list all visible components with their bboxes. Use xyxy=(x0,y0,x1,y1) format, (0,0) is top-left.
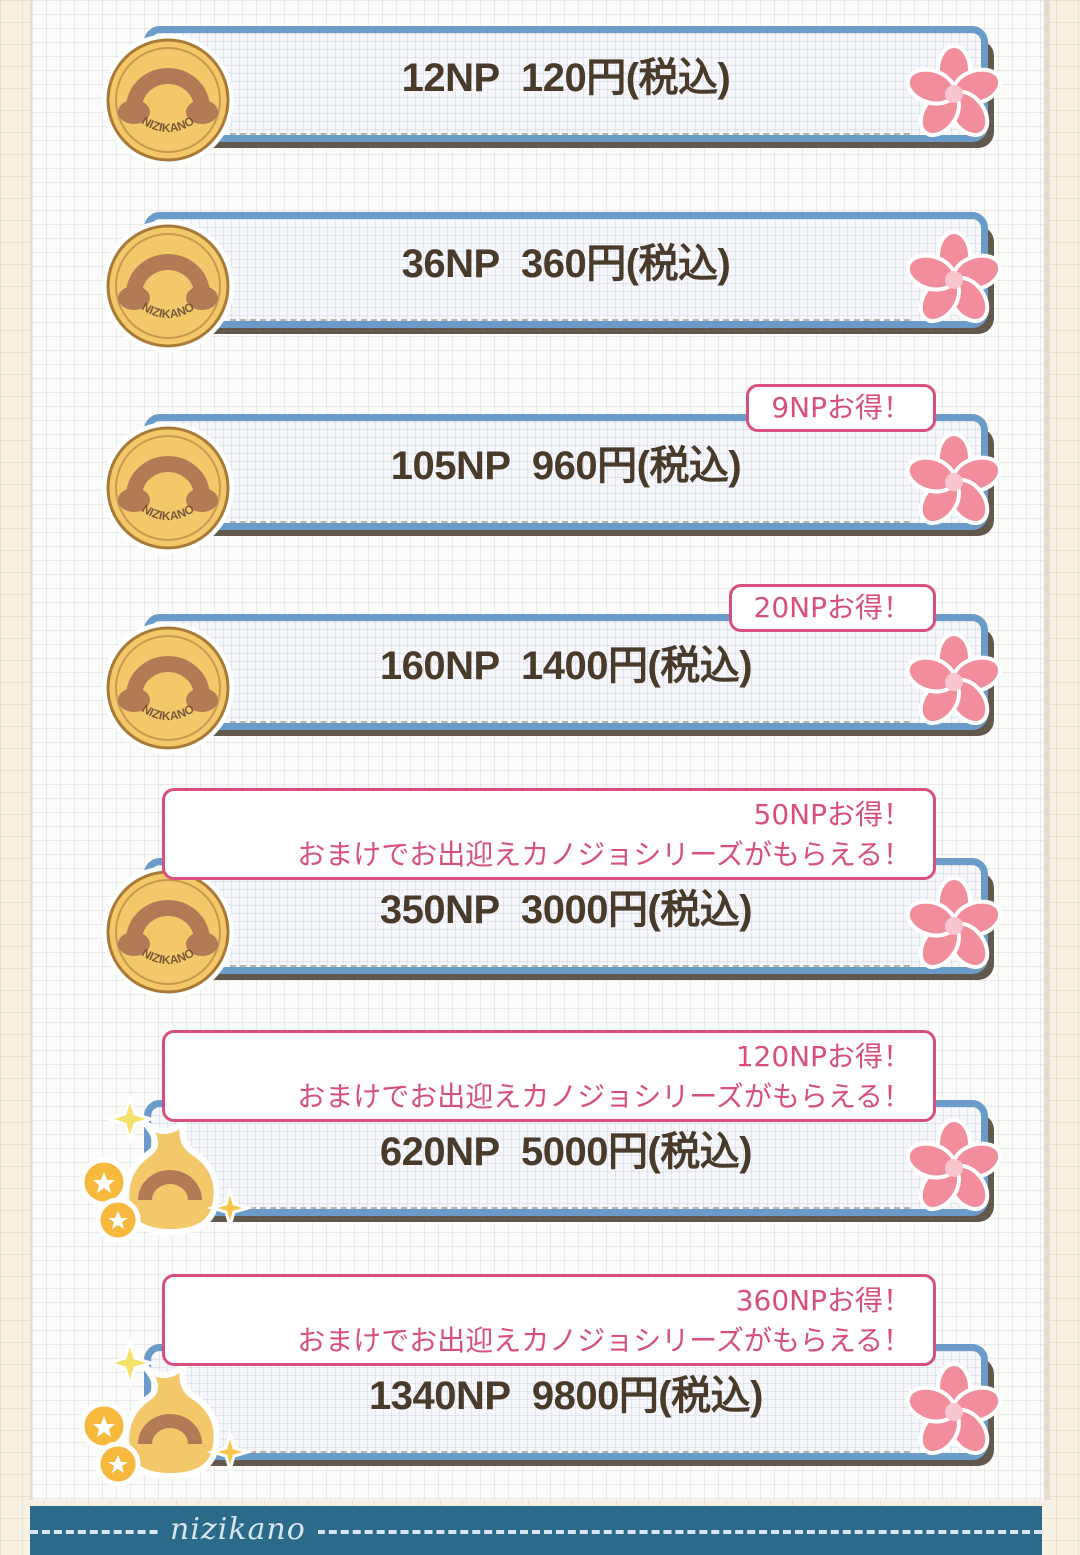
np-pack-item[interactable]: 36NP 360円(税込) NIZIKANO xyxy=(0,186,1080,352)
price: 5000円(税込) xyxy=(520,1130,753,1174)
np-amount: 350NP xyxy=(379,888,500,932)
price: 9800円(税込) xyxy=(531,1374,764,1418)
price: 360円(税込) xyxy=(520,242,731,286)
np-amount: 620NP xyxy=(379,1130,500,1174)
card-dashed-line xyxy=(230,319,910,321)
pack-label: 105NP 960円(税込) xyxy=(144,438,988,494)
bonus-np-text: 9NPお得！ xyxy=(771,391,911,424)
np-pack-item[interactable]: 160NP 1400円(税込) NIZIKANO 20NPお得！ xyxy=(0,584,1080,754)
label-spacer xyxy=(500,1130,521,1174)
footer-bar: nizikano xyxy=(30,1506,1042,1555)
label-spacer xyxy=(500,888,521,932)
bonus-badge: 360NPお得！ おまけでお出迎えカノジョシリーズがもらえる！ xyxy=(162,1274,936,1366)
label-spacer xyxy=(511,1374,532,1418)
pack-label: 160NP 1400円(税込) xyxy=(144,638,988,694)
bonus-np-text: 120NPお得！ xyxy=(735,1040,911,1073)
np-pack-item[interactable]: 620NP 5000円(税込) 120NPお得！ おまけでお出迎えカノジョシリーズが… xyxy=(0,1030,1080,1243)
card-dashed-line xyxy=(230,721,910,723)
label-spacer xyxy=(500,242,521,286)
card-dashed-line xyxy=(230,965,910,967)
label-spacer xyxy=(500,644,521,688)
np-pack-item[interactable]: 12NP 120円(税込) NIZIKANO xyxy=(0,0,1080,166)
np-pack-item[interactable]: 105NP 960円(税込) NIZIKANO 9NPお得！ xyxy=(0,384,1080,554)
footer-brand: nizikano xyxy=(158,1510,318,1550)
sakura-flower-icon xyxy=(900,40,1008,148)
sakura-flower-icon xyxy=(900,628,1008,736)
pack-label: 620NP 5000円(税込) xyxy=(144,1124,988,1180)
price: 1400円(税込) xyxy=(520,644,753,688)
card-dashed-line xyxy=(230,1207,910,1209)
sakura-flower-icon xyxy=(900,872,1008,980)
bonus-np-text: 50NPお得！ xyxy=(753,798,911,831)
bonus-badge: 120NPお得！ おまけでお出迎えカノジョシリーズがもらえる！ xyxy=(162,1030,936,1122)
card-dashed-line xyxy=(230,521,910,523)
price: 960円(税込) xyxy=(531,444,742,488)
pack-label: 350NP 3000円(税込) xyxy=(144,882,988,938)
nizikano-coin-icon: NIZIKANO xyxy=(98,618,238,758)
label-spacer xyxy=(500,56,521,100)
bonus-gift-text: おまけでお出迎えカノジョシリーズがもらえる！ xyxy=(297,838,911,871)
np-amount: 105NP xyxy=(390,444,511,488)
label-spacer xyxy=(511,444,532,488)
np-amount: 1340NP xyxy=(369,1374,511,1418)
sakura-flower-icon xyxy=(900,428,1008,536)
sakura-flower-icon xyxy=(900,1114,1008,1222)
bonus-np-text: 20NPお得！ xyxy=(753,591,911,624)
bonus-gift-text: おまけでお出迎えカノジョシリーズがもらえる！ xyxy=(297,1324,911,1357)
bonus-badge: 50NPお得！ おまけでお出迎えカノジョシリーズがもらえる！ xyxy=(162,788,936,880)
bonus-gift-text: おまけでお出迎えカノジョシリーズがもらえる！ xyxy=(297,1080,911,1113)
pack-label: 1340NP 9800円(税込) xyxy=(144,1368,988,1424)
bonus-badge: 9NPお得！ xyxy=(746,384,936,432)
sakura-flower-icon xyxy=(900,1358,1008,1466)
pack-label: 12NP 120円(税込) xyxy=(144,50,988,106)
nizikano-coin-icon: NIZIKANO xyxy=(98,30,238,170)
pack-label: 36NP 360円(税込) xyxy=(144,236,988,292)
sakura-flower-icon xyxy=(900,226,1008,334)
nizikano-coin-icon: NIZIKANO xyxy=(98,862,238,1002)
price: 3000円(税込) xyxy=(520,888,753,932)
bonus-np-text: 360NPお得！ xyxy=(735,1284,911,1317)
card-dashed-line xyxy=(230,1451,910,1453)
np-amount: 36NP xyxy=(401,242,501,286)
np-amount: 160NP xyxy=(379,644,500,688)
np-pack-item[interactable]: 1340NP 9800円(税込) 360NPお得！ おまけでお出迎えカノジョシリーズ… xyxy=(0,1274,1080,1487)
nizikano-coin-icon: NIZIKANO xyxy=(98,216,238,356)
price: 120円(税込) xyxy=(520,56,731,100)
np-amount: 12NP xyxy=(401,56,501,100)
bonus-badge: 20NPお得！ xyxy=(728,584,936,632)
np-pack-item[interactable]: 350NP 3000円(税込) NIZIKANO 50NPお得！ おまけでお出迎えカノ… xyxy=(0,788,1080,998)
card-dashed-line xyxy=(230,133,910,135)
nizikano-coin-icon: NIZIKANO xyxy=(98,418,238,558)
